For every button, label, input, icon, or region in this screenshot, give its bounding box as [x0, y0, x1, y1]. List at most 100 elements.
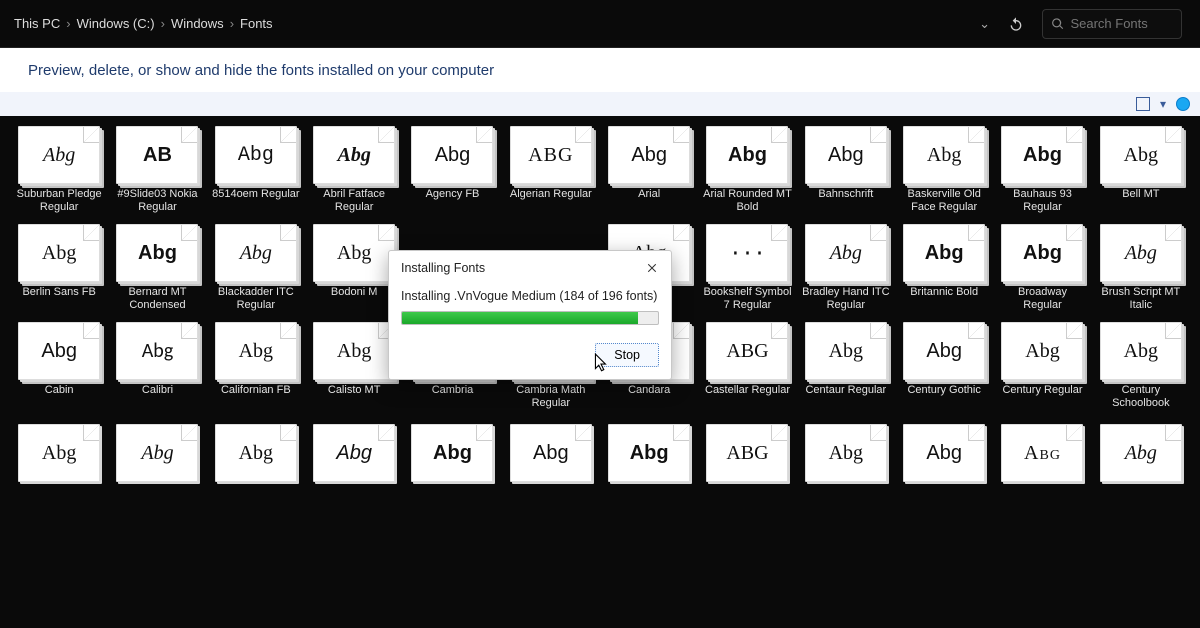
font-thumbnail[interactable]: Abg [313, 126, 395, 184]
font-item[interactable]: AbgCabin [14, 322, 104, 410]
font-thumbnail[interactable]: Abg [903, 424, 985, 482]
font-thumbnail[interactable]: Abg [1001, 424, 1083, 482]
font-thumbnail[interactable]: ABG [510, 126, 592, 184]
font-thumbnail[interactable]: Abg [608, 126, 690, 184]
font-thumbnail[interactable]: ··· [706, 224, 788, 282]
font-item[interactable]: ABG [702, 424, 792, 482]
chevron-down-icon[interactable]: ⌄ [979, 16, 990, 32]
font-item[interactable]: AbgArial Rounded MT Bold [702, 126, 792, 214]
font-item[interactable]: AbgBerlin Sans FB [14, 224, 104, 312]
font-item[interactable]: Abg [112, 424, 202, 482]
font-thumbnail[interactable]: Abg [411, 424, 493, 482]
font-thumbnail[interactable]: Abg [608, 424, 690, 482]
font-item[interactable]: AB#9Slide03 Nokia Regular [112, 126, 202, 214]
font-item[interactable]: AbgBaskerville Old Face Regular [899, 126, 989, 214]
font-item[interactable]: Abg [604, 424, 694, 482]
font-item[interactable]: Abg [309, 424, 399, 482]
font-thumbnail[interactable]: Abg [903, 224, 985, 282]
font-item[interactable]: Abg [407, 424, 497, 482]
font-thumbnail[interactable]: Abg [18, 224, 100, 282]
font-thumbnail[interactable]: Abg [805, 424, 887, 482]
font-thumbnail[interactable]: Abg [18, 126, 100, 184]
font-item[interactable]: AbgBahnschrift [801, 126, 891, 214]
font-item[interactable]: AbgBroadway Regular [997, 224, 1087, 312]
font-item[interactable]: AbgBradley Hand ITC Regular [801, 224, 891, 312]
font-item[interactable]: AbgCalibri [112, 322, 202, 410]
font-item[interactable]: AbgBlackadder ITC Regular [211, 224, 301, 312]
font-item[interactable]: AbgBodoni M [309, 224, 399, 312]
font-thumbnail[interactable]: AB [116, 126, 198, 184]
font-item[interactable]: AbgBell MT [1096, 126, 1186, 214]
font-item[interactable]: Abg [997, 424, 1087, 482]
font-item[interactable]: Abg [14, 424, 104, 482]
font-item[interactable]: AbgCentury Regular [997, 322, 1087, 410]
font-thumbnail[interactable]: ABG [706, 322, 788, 380]
font-thumbnail[interactable]: Abg [18, 424, 100, 482]
font-item[interactable]: Abg [899, 424, 989, 482]
font-thumbnail[interactable]: Abg [215, 224, 297, 282]
font-item[interactable]: AbgArial [604, 126, 694, 214]
font-item[interactable]: AbgBrush Script MT Italic [1096, 224, 1186, 312]
font-item[interactable]: AbgBauhaus 93 Regular [997, 126, 1087, 214]
font-item[interactable]: AbgBritannic Bold [899, 224, 989, 312]
font-item[interactable]: AbgCalifornian FB [211, 322, 301, 410]
font-thumbnail[interactable]: Abg [805, 322, 887, 380]
font-thumbnail[interactable]: Abg [510, 424, 592, 482]
font-item[interactable]: AbgCentury Schoolbook [1096, 322, 1186, 410]
font-thumbnail[interactable]: Abg [903, 126, 985, 184]
font-item[interactable]: Abg [1096, 424, 1186, 482]
font-thumbnail[interactable]: Abg [1100, 322, 1182, 380]
font-thumbnail[interactable]: Abg [1001, 224, 1083, 282]
font-item[interactable]: AbgAbril Fatface Regular [309, 126, 399, 214]
font-item[interactable]: Abg8514oem Regular [211, 126, 301, 214]
font-thumbnail[interactable]: Abg [215, 322, 297, 380]
crumb-windows[interactable]: Windows [171, 16, 224, 31]
font-thumbnail[interactable]: Abg [411, 126, 493, 184]
crumb-drive[interactable]: Windows (C:) [77, 16, 155, 31]
font-thumbnail[interactable]: Abg [116, 224, 198, 282]
chevron-right-icon: › [161, 16, 165, 31]
font-thumbnail[interactable]: Abg [313, 224, 395, 282]
search-input[interactable] [1070, 16, 1173, 31]
stop-button[interactable]: Stop [595, 343, 659, 367]
font-item[interactable]: AbgCentaur Regular [801, 322, 891, 410]
font-thumbnail[interactable]: Abg [215, 126, 297, 184]
layout-icon[interactable] [1136, 97, 1150, 111]
font-thumbnail[interactable]: Abg [1100, 424, 1182, 482]
layout-dropdown-icon[interactable]: ▾ [1160, 97, 1166, 111]
font-thumbnail[interactable]: Abg [706, 126, 788, 184]
search-box[interactable] [1042, 9, 1182, 39]
font-thumbnail[interactable]: Abg [215, 424, 297, 482]
font-item[interactable]: AbgBernard MT Condensed [112, 224, 202, 312]
font-thumbnail[interactable]: Abg [116, 424, 198, 482]
font-item[interactable]: Abg [211, 424, 301, 482]
font-thumbnail[interactable]: ABG [706, 424, 788, 482]
help-icon[interactable] [1176, 97, 1190, 111]
font-thumbnail[interactable]: Abg [1001, 126, 1083, 184]
font-item[interactable]: AbgCentury Gothic [899, 322, 989, 410]
font-thumbnail[interactable]: Abg [1100, 126, 1182, 184]
font-item[interactable]: ABGCastellar Regular [702, 322, 792, 410]
font-item[interactable]: Abg [801, 424, 891, 482]
font-thumbnail[interactable]: Abg [1001, 322, 1083, 380]
font-item[interactable]: AbgAgency FB [407, 126, 497, 214]
font-thumbnail[interactable]: Abg [18, 322, 100, 380]
font-thumbnail[interactable]: Abg [313, 322, 395, 380]
close-icon[interactable] [643, 259, 661, 277]
progress-fill [402, 312, 638, 324]
font-item[interactable]: AbgCalisto MT [309, 322, 399, 410]
font-thumbnail[interactable]: Abg [805, 126, 887, 184]
font-thumbnail[interactable]: Abg [313, 424, 395, 482]
crumb-this-pc[interactable]: This PC [14, 16, 60, 31]
refresh-icon[interactable] [1008, 16, 1024, 32]
dog-ear-icon [968, 425, 984, 441]
font-thumbnail[interactable]: Abg [1100, 224, 1182, 282]
font-thumbnail[interactable]: Abg [116, 322, 198, 380]
font-thumbnail[interactable]: Abg [903, 322, 985, 380]
font-item[interactable]: Abg [506, 424, 596, 482]
crumb-fonts[interactable]: Fonts [240, 16, 273, 31]
font-item[interactable]: AbgSuburban Pledge Regular [14, 126, 104, 214]
font-item[interactable]: ···Bookshelf Symbol 7 Regular [702, 224, 792, 312]
font-thumbnail[interactable]: Abg [805, 224, 887, 282]
font-item[interactable]: ABGAlgerian Regular [506, 126, 596, 214]
